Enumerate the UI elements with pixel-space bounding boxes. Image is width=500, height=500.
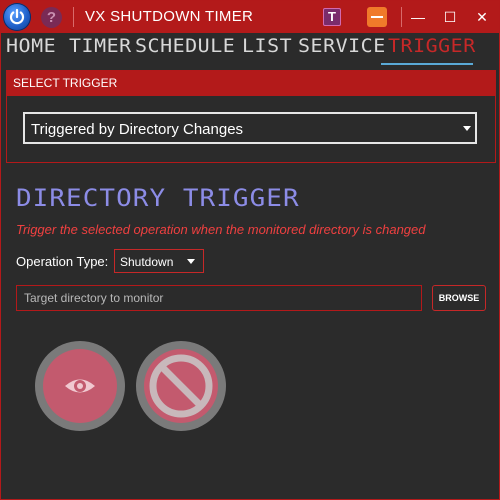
help-icon[interactable]: ?	[41, 7, 62, 28]
eye-icon	[65, 379, 95, 393]
app-title: VX SHUTDOWN TIMER	[85, 8, 254, 25]
close-icon[interactable]: ✕	[471, 7, 493, 27]
cancel-icon	[149, 354, 213, 418]
operation-select-value: Shutdown	[120, 255, 174, 269]
trigger-select-value: Triggered by Directory Changes	[31, 121, 244, 138]
trigger-type-select[interactable]: Triggered by Directory Changes	[23, 112, 477, 144]
stop-monitoring-button[interactable]	[136, 341, 226, 431]
tab-service[interactable]: SERVICE	[298, 35, 386, 61]
directory-input[interactable]	[16, 285, 422, 311]
section-title: DIRECTORY TRIGGER	[16, 184, 300, 212]
tab-list[interactable]: LIST	[242, 35, 292, 61]
browse-button[interactable]: BROWSE	[432, 285, 486, 311]
panel-header: SELECT TRIGGER	[7, 71, 495, 96]
panel-header-label: SELECT TRIGGER	[13, 76, 118, 90]
start-monitoring-button[interactable]	[35, 341, 125, 431]
orange-minus-icon[interactable]	[367, 7, 387, 27]
title-bar: ? VX SHUTDOWN TIMER T — ☐ ✕	[1, 1, 499, 33]
t-icon[interactable]: T	[323, 8, 341, 26]
tab-bar: HOME TIMER SCHEDULE LIST SERVICE TRIGGER	[1, 33, 499, 61]
operation-type-select[interactable]: Shutdown	[114, 249, 204, 273]
maximize-icon[interactable]: ☐	[439, 7, 461, 27]
tab-timer[interactable]: TIMER	[69, 35, 132, 61]
chevron-down-icon	[187, 259, 195, 264]
chevron-down-icon	[463, 126, 471, 131]
app-window: ? VX SHUTDOWN TIMER T — ☐ ✕ HOME TIMER S…	[0, 0, 500, 500]
tab-trigger[interactable]: TRIGGER	[388, 35, 476, 61]
active-tab-indicator	[381, 63, 473, 65]
titlebar-divider	[73, 7, 74, 27]
tab-home[interactable]: HOME	[6, 35, 56, 61]
section-description: Trigger the selected operation when the …	[16, 222, 426, 237]
operation-type-label: Operation Type:	[16, 254, 109, 269]
titlebar-divider-2	[401, 7, 402, 27]
minimize-icon[interactable]: —	[407, 7, 429, 27]
power-app-icon[interactable]	[3, 3, 31, 31]
select-trigger-panel: SELECT TRIGGER Triggered by Directory Ch…	[6, 70, 496, 163]
tab-schedule[interactable]: SCHEDULE	[135, 35, 235, 61]
